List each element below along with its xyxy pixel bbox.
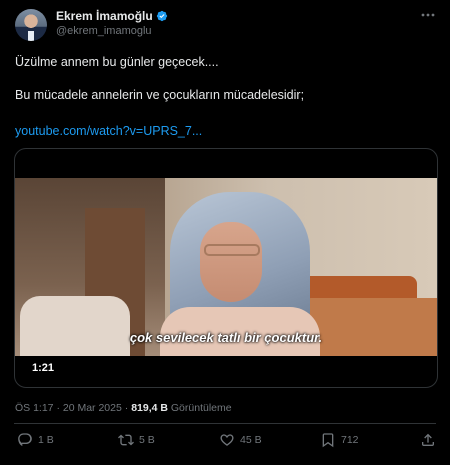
- more-icon[interactable]: [420, 9, 436, 21]
- repost-button[interactable]: 5 B: [118, 432, 155, 448]
- verified-badge-icon: [156, 10, 167, 22]
- views-button[interactable]: 712: [320, 432, 359, 448]
- bookmark-views-icon: [322, 433, 334, 448]
- video-frame[interactable]: çok sevilecek tatlı bir çocuktur.: [15, 178, 437, 356]
- share-button[interactable]: [420, 432, 436, 448]
- view-count-label: Görüntüleme: [170, 402, 232, 414]
- video-subtitle: çok sevilecek tatlı bir çocuktur.: [129, 330, 323, 345]
- author-row: Ekrem İmamoğlu: [56, 9, 168, 23]
- video-duration: 1:21: [27, 360, 60, 376]
- like-icon: [220, 434, 234, 446]
- avatar-shirt: [28, 31, 34, 41]
- reply-icon: [18, 433, 32, 447]
- tweet-time[interactable]: ÖS 1:17: [15, 402, 54, 414]
- repost-count: 5 B: [139, 434, 155, 446]
- share-icon: [422, 433, 434, 446]
- video-background-chair: [20, 296, 130, 356]
- video-player[interactable]: çok sevilecek tatlı bir çocuktur. 1:21: [14, 148, 438, 388]
- like-count: 45 B: [240, 434, 262, 446]
- divider: [14, 423, 436, 424]
- author-handle[interactable]: @ekrem_imamoglu: [56, 25, 152, 37]
- avatar[interactable]: [15, 9, 47, 41]
- tweet-text-line-1: Üzülme annem bu günler geçecek....: [15, 55, 219, 69]
- author-name[interactable]: Ekrem İmamoğlu: [56, 9, 153, 23]
- reply-button[interactable]: 1 B: [17, 432, 54, 448]
- reply-count: 1 B: [38, 434, 54, 446]
- tweet-text-line-2: Bu mücadele annelerin ve çocukların müca…: [15, 88, 305, 102]
- tweet: Ekrem İmamoğlu @ekrem_imamoglu Üzülme an…: [0, 0, 450, 465]
- glasses: [204, 244, 260, 256]
- like-button[interactable]: 45 B: [219, 432, 262, 448]
- repost-icon: [118, 434, 134, 446]
- view-count: 819,4 B: [131, 402, 168, 414]
- tweet-date[interactable]: 20 Mar 2025: [63, 402, 122, 414]
- action-bar: 1 B 5 B 45 B 712: [0, 432, 450, 456]
- tweet-link[interactable]: youtube.com/watch?v=UPRS_7...: [15, 124, 202, 138]
- views-action-count: 712: [341, 434, 359, 446]
- face: [200, 222, 262, 302]
- tweet-meta: ÖS 1:17 · 20 Mar 2025 · 819,4 B Görüntül…: [15, 402, 232, 414]
